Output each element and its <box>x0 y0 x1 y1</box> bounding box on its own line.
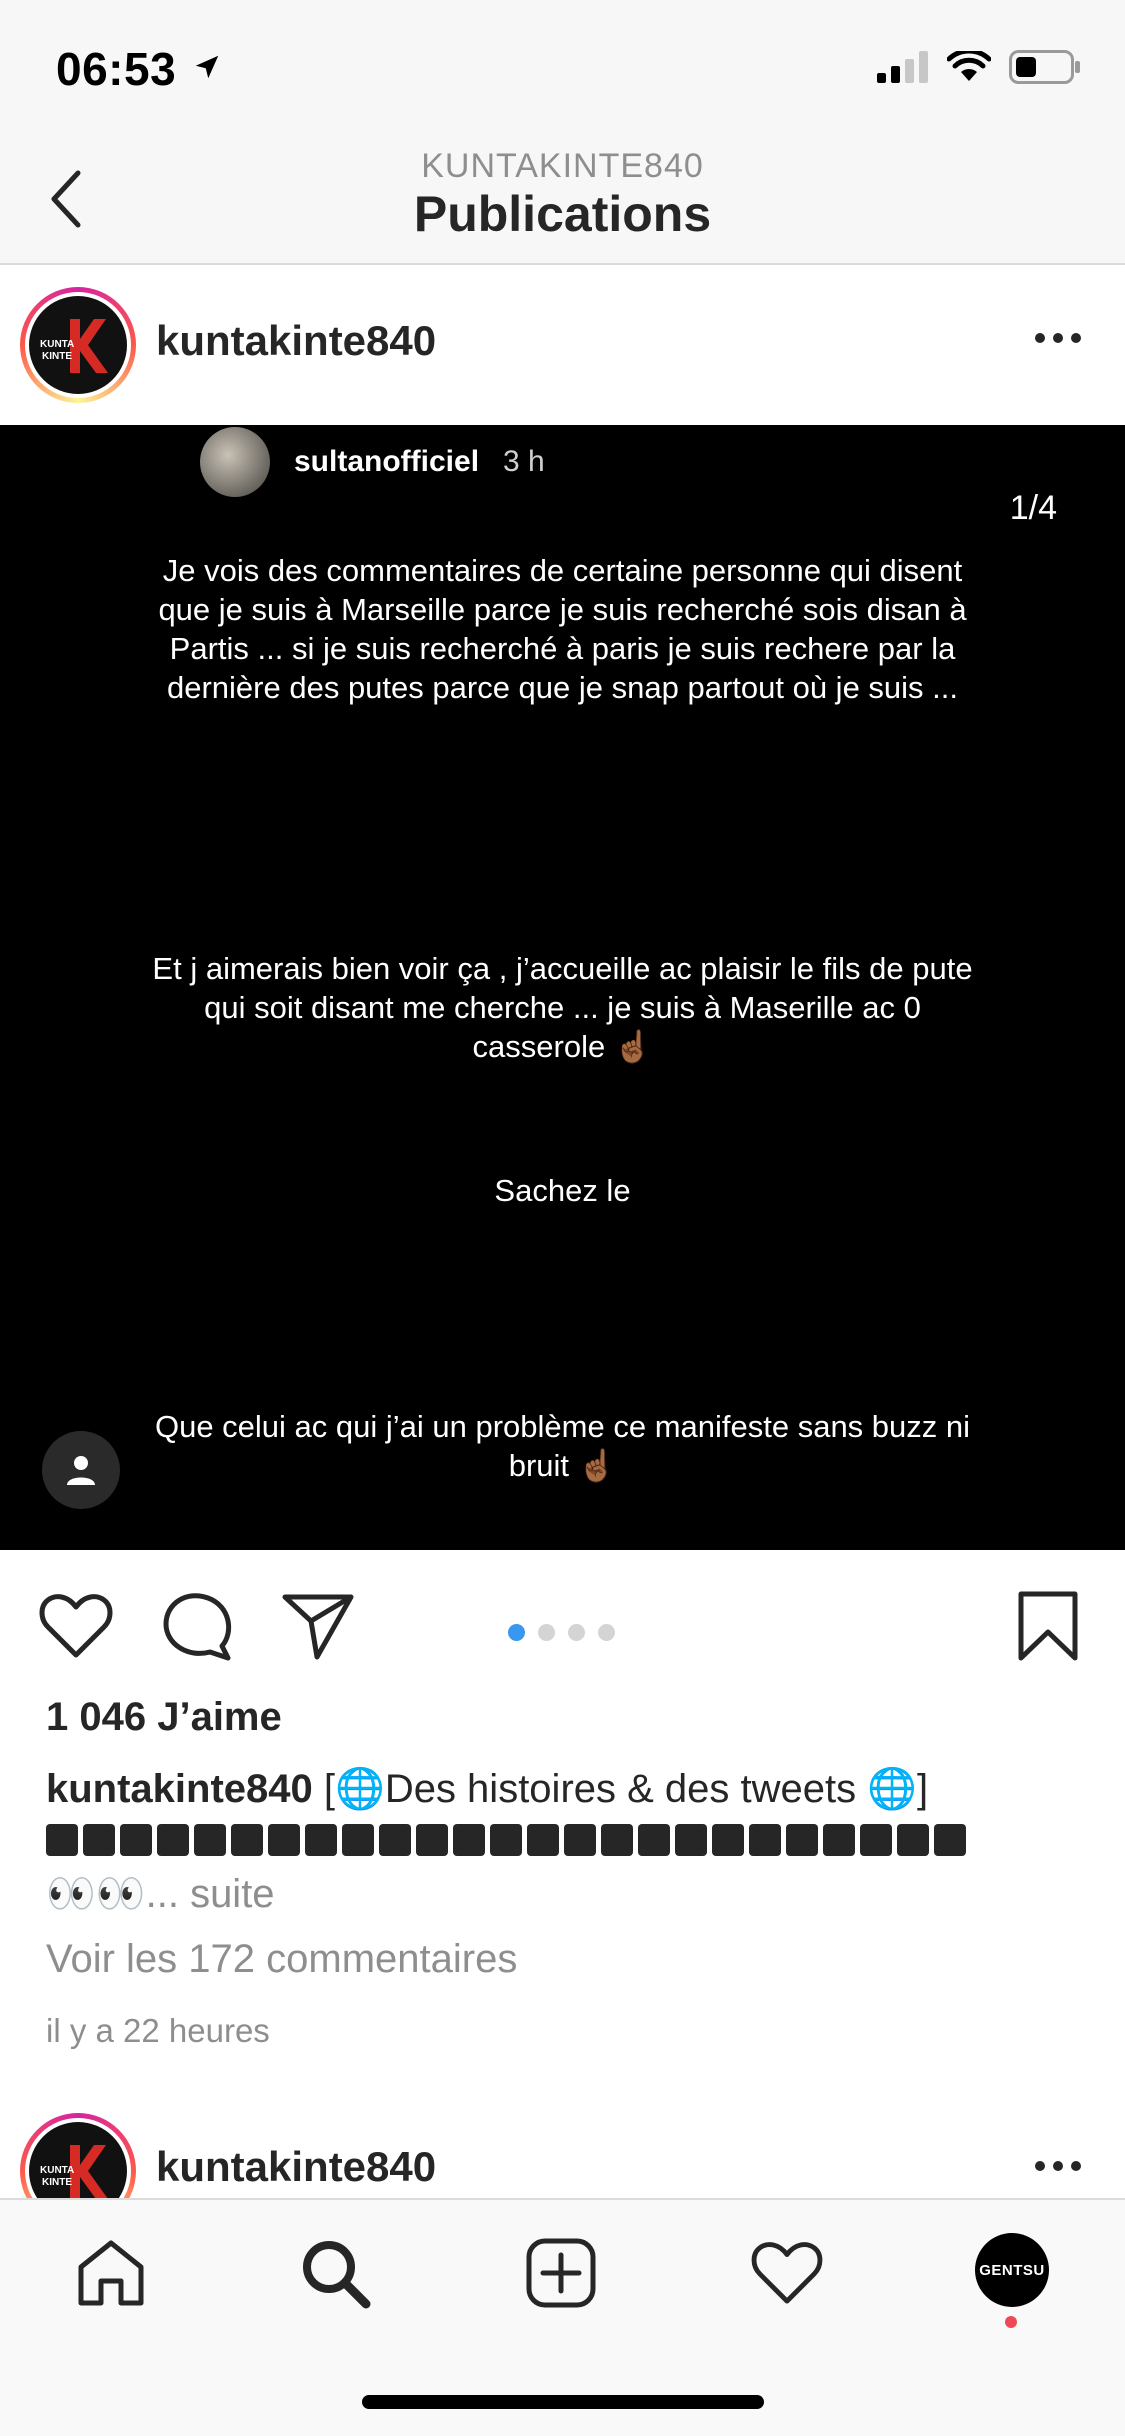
page-title: Publications <box>413 186 712 242</box>
story-avatar <box>200 427 270 497</box>
carousel-dot <box>538 1624 555 1641</box>
svg-text:KINTE: KINTE <box>42 351 72 362</box>
caption: kuntakinte840 [🌐Des histoires & des twee… <box>46 1762 1086 1816</box>
avatar-logo: KUNTA KINTE <box>30 297 126 393</box>
signal-icon <box>877 51 929 88</box>
caption-username[interactable]: kuntakinte840 <box>46 1767 313 1811</box>
view-comments-link[interactable]: Voir les 172 commentaires <box>46 1937 517 1982</box>
status-bar: 06:53 <box>0 0 1125 135</box>
caption-text: [🌐Des histoires & des tweets 🌐] <box>312 1767 929 1811</box>
post-username[interactable]: kuntakinte840 <box>156 2143 436 2191</box>
battery-icon <box>1009 50 1081 89</box>
post-timestamp: il y a 22 heures <box>46 2012 270 2049</box>
story-text-4: Que celui ac qui j’ai un problème ce man… <box>154 1409 971 1483</box>
tab-profile[interactable]: GENTSU <box>975 2233 1049 2307</box>
tab-search[interactable] <box>290 2228 380 2318</box>
save-button[interactable] <box>1010 1588 1086 1664</box>
post-actions <box>0 1550 1125 1700</box>
bookmark-icon <box>1018 1591 1078 1661</box>
search-icon <box>303 2241 371 2309</box>
share-button[interactable] <box>280 1588 356 1664</box>
story-text-2: Et j aimerais bien voir ça , j’accueille… <box>152 951 973 1064</box>
avatar[interactable]: KUNTA KINTE <box>20 2113 136 2200</box>
person-icon <box>67 1456 95 1485</box>
status-indicators <box>877 48 1081 89</box>
more-options-button[interactable] <box>1035 333 1081 343</box>
caption-more-line: 👀👀... suite <box>46 1870 275 1917</box>
next-post-header: KUNTA KINTE kuntakinte840 <box>0 2105 1125 2200</box>
carousel-dot <box>598 1624 615 1641</box>
home-indicator <box>362 2395 764 2409</box>
nav-header: KUNTAKINTE840 Publications <box>0 135 1125 265</box>
more-dot-icon <box>1053 2161 1063 2171</box>
location-arrow-icon <box>192 52 222 87</box>
more-dot-icon <box>1053 333 1063 343</box>
carousel-dot <box>568 1624 585 1641</box>
heart-icon <box>39 1594 113 1658</box>
post-media[interactable]: sultanofficiel 3 h 1/4 Je vois des comme… <box>0 425 1125 1550</box>
caption-eyes: 👀👀 <box>46 1872 146 1916</box>
notification-dot <box>1005 2316 1017 2328</box>
more-dot-icon <box>1035 2161 1045 2171</box>
like-button[interactable] <box>38 1588 114 1664</box>
comment-icon <box>163 1593 232 1661</box>
carousel-counter: 1/4 <box>1009 489 1057 527</box>
add-icon <box>526 2238 596 2308</box>
carousel-indicator <box>508 1624 615 1641</box>
profile-avatar-label: GENTSU <box>979 2261 1045 2279</box>
svg-text:KINTE: KINTE <box>42 2177 72 2188</box>
story-username: sultanofficiel <box>294 445 480 478</box>
heart-icon <box>751 2242 823 2304</box>
send-icon <box>282 1594 354 1660</box>
more-dot-icon <box>1071 2161 1081 2171</box>
svg-text:KUNTA: KUNTA <box>40 2165 74 2176</box>
post-username[interactable]: kuntakinte840 <box>156 317 436 365</box>
caption-blocks <box>46 1824 966 1856</box>
story-time: 3 h <box>503 445 545 478</box>
tab-activity[interactable] <box>742 2228 832 2318</box>
more-dot-icon <box>1035 333 1045 343</box>
more-dot-icon <box>1071 333 1081 343</box>
more-options-button[interactable] <box>1035 2161 1081 2171</box>
header-subtitle: KUNTAKINTE840 <box>421 147 704 185</box>
story-text-3: Sachez le <box>494 1173 631 1208</box>
home-icon <box>78 2240 144 2306</box>
likes-count[interactable]: 1 046 J’aime <box>46 1695 282 1740</box>
post-header: KUNTA KINTE kuntakinte840 <box>0 267 1125 425</box>
tab-new-post[interactable] <box>516 2228 606 2318</box>
avatar-logo: KUNTA KINTE <box>30 2123 126 2200</box>
more-link[interactable]: ... suite <box>146 1872 275 1916</box>
avatar[interactable]: KUNTA KINTE <box>20 287 136 403</box>
story-text-1: Je vois des commentaires de certaine per… <box>158 553 967 705</box>
svg-text:KUNTA: KUNTA <box>40 339 74 350</box>
carousel-dot <box>508 1624 525 1641</box>
story-header: sultanofficiel 3 h <box>200 427 545 497</box>
user-tag-button[interactable] <box>42 1431 120 1509</box>
status-time: 06:53 <box>56 43 177 95</box>
tab-home[interactable] <box>66 2228 156 2318</box>
wifi-icon <box>946 48 992 88</box>
comment-button[interactable] <box>160 1588 236 1664</box>
